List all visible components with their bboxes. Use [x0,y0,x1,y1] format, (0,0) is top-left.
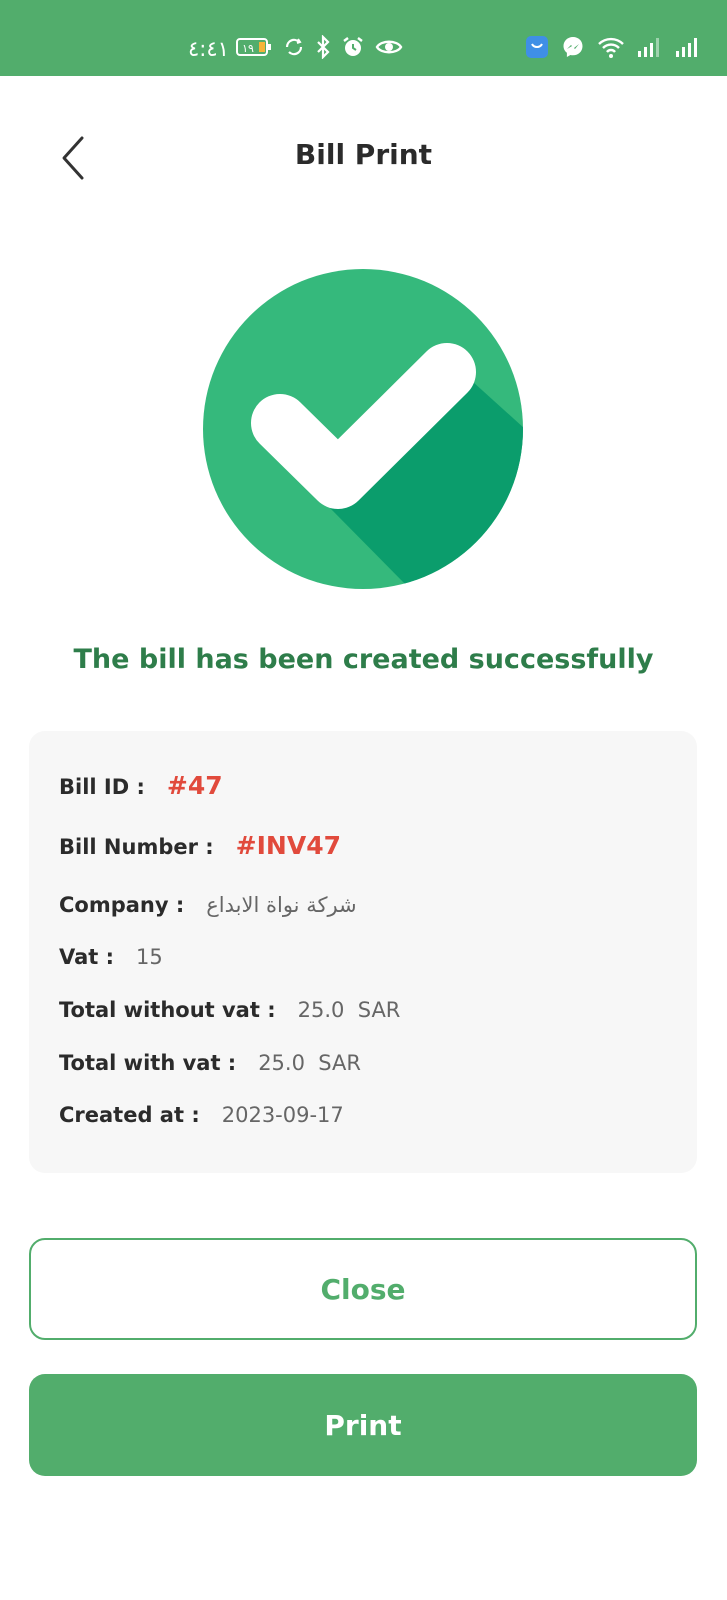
total-without-vat-value: 25.0 SAR [297,998,401,1022]
bill-number-label: Bill Number : [59,835,214,859]
created-at-label: Created at : [59,1103,200,1127]
total-with-vat-value: 25.0 SAR [258,1051,361,1075]
bill-id-row: Bill ID : #47 [59,771,223,800]
status-bar: ٤:٤١ ١٩ [0,0,727,76]
bill-id-label: Bill ID : [59,775,145,799]
status-time: ٤:٤١ [188,37,229,61]
vat-row: Vat : 15 [59,945,163,969]
success-message: The bill has been created successfully [73,644,654,675]
company-row: Company : شركة نواة الابداع [59,893,357,917]
close-button[interactable]: Close [29,1238,697,1340]
company-value: شركة نواة الابداع [206,893,357,917]
total-without-vat-row: Total without vat : 25.0 SAR [59,998,400,1022]
print-button[interactable]: Print [29,1374,697,1476]
bill-number-value: #INV47 [235,831,341,860]
vat-value: 15 [136,945,163,969]
total-with-vat-row: Total with vat : 25.0 SAR [59,1051,361,1075]
bill-details-card: Bill ID : #47 Bill Number : #INV47 Compa… [29,731,697,1173]
page-title: Bill Print [294,138,433,171]
created-at-row: Created at : 2023-09-17 [59,1103,344,1127]
bill-number-row: Bill Number : #INV47 [59,831,341,860]
eye-icon [375,37,403,61]
bill-id-value: #47 [166,771,223,800]
signal-icon [675,36,701,62]
vat-label: Vat : [59,945,115,969]
signal-icon [637,36,663,62]
check-circle-icon [202,268,524,590]
company-label: Company : [59,893,185,917]
messenger-icon [561,35,585,63]
status-bar-right [513,36,701,62]
total-without-vat-label: Total without vat : [59,998,276,1022]
total-with-vat-label: Total with vat : [59,1051,237,1075]
app-icon [525,35,549,63]
battery-level: ١٩ [242,42,254,55]
battery-icon: ١٩ [235,36,273,62]
bluetooth-icon [315,34,331,63]
created-at-value: 2023-09-17 [221,1103,344,1127]
sync-icon [283,36,305,62]
status-bar-left: ٤:٤١ ١٩ [188,34,413,63]
alarm-icon [341,35,365,63]
wifi-icon [597,35,625,63]
